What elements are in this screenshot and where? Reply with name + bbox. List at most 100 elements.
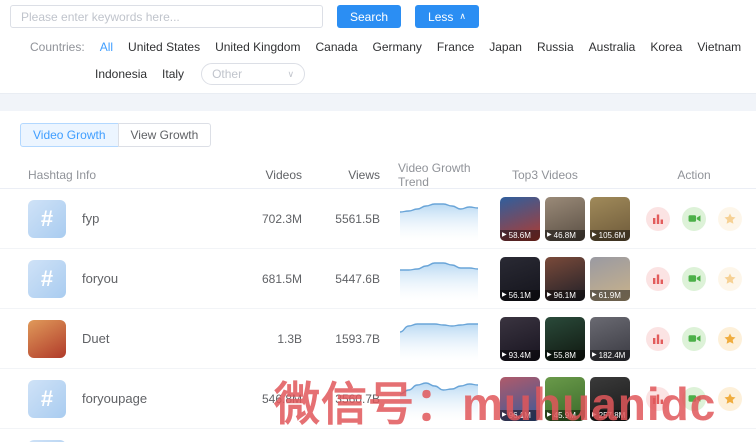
country-filter-germany[interactable]: Germany: [373, 40, 422, 54]
hashtag-name[interactable]: foryou: [82, 271, 118, 286]
table-row-partial: #: [0, 429, 756, 442]
section-divider: [0, 93, 756, 111]
country-filter-australia[interactable]: Australia: [589, 40, 636, 54]
play-icon: ▶: [502, 411, 507, 418]
table-row: # foryou 681.5M 5447.6B ▶ 56.1M ▶ 96.1M ▶ 61.…: [0, 249, 756, 309]
video-button[interactable]: [682, 266, 706, 291]
analytics-button[interactable]: [646, 206, 670, 231]
trend-sparkline: [400, 203, 478, 241]
table-header: Hashtag Info Videos Views Video Growth Tren…: [0, 161, 756, 189]
video-button[interactable]: [682, 386, 706, 411]
video-thumbnail[interactable]: ▶ 257.8M: [590, 376, 630, 421]
video-camera-icon: [688, 215, 700, 222]
video-thumbnail[interactable]: ▶ 93.4M: [500, 316, 540, 361]
country-filter-united-states[interactable]: United States: [128, 40, 200, 54]
trend-sparkline: [400, 382, 478, 421]
countries-row-1: Countries: All United States United Kingdo…: [30, 40, 756, 54]
hashtag-icon: #: [28, 379, 66, 418]
video-thumbnail[interactable]: ▶ 96.1M: [500, 376, 540, 421]
video-thumbnail[interactable]: ▶ 105.6M: [590, 196, 630, 241]
country-filter-canada[interactable]: Canada: [315, 40, 357, 54]
hashtag-photo-thumbnail: [28, 319, 66, 358]
bar-chart-icon: [653, 274, 663, 284]
country-filter-indonesia[interactable]: Indonesia: [95, 67, 147, 81]
video-thumbnail[interactable]: ▶ 45.9M: [545, 376, 585, 421]
bar-chart-icon: [653, 334, 663, 344]
growth-tabs: Video Growth View Growth: [0, 111, 756, 147]
view-count-badge: ▶ 96.1M: [545, 289, 585, 301]
top3-videos: ▶ 96.1M ▶ 45.9M ▶ 257.8M: [498, 376, 646, 421]
table-body: # fyp 702.3M 5561.5B ▶ 58.6M ▶ 46.8M ▶ 105.6M: [0, 189, 756, 429]
column-header-video-growth-trend: Video Growth Trend: [398, 160, 471, 189]
country-filter-japan[interactable]: Japan: [489, 40, 522, 54]
view-count-badge: ▶ 182.4M: [590, 349, 630, 361]
analytics-button[interactable]: [646, 266, 670, 291]
tab-view-growth[interactable]: View Growth: [117, 123, 212, 147]
favorite-button[interactable]: [718, 386, 742, 411]
column-header-hashtag-info: Hashtag Info: [28, 167, 97, 182]
star-icon: [724, 393, 736, 404]
trend-sparkline: [400, 262, 478, 301]
country-filter-korea[interactable]: Korea: [650, 40, 682, 54]
video-thumbnail[interactable]: ▶ 182.4M: [590, 316, 630, 361]
hashtag-name[interactable]: Duet: [82, 331, 109, 346]
play-icon: ▶: [592, 231, 597, 238]
less-button[interactable]: Less ∧: [415, 5, 479, 28]
other-country-select[interactable]: Other ∨: [201, 63, 306, 85]
column-header-action: Action: [677, 167, 711, 182]
search-input[interactable]: [10, 5, 323, 28]
tab-video-growth[interactable]: Video Growth: [20, 123, 119, 147]
play-icon: ▶: [592, 291, 597, 298]
video-thumbnail[interactable]: ▶ 56.1M: [500, 256, 540, 301]
views-count: 1593.7B: [335, 331, 380, 346]
bar-chart-icon: [653, 214, 663, 224]
hashtag-name[interactable]: fyp: [82, 211, 99, 226]
play-icon: ▶: [547, 291, 552, 298]
countries-label: Countries:: [30, 40, 85, 54]
video-thumbnail[interactable]: ▶ 55.8M: [545, 316, 585, 361]
star-icon: [724, 333, 736, 344]
play-icon: ▶: [592, 351, 597, 358]
video-thumbnail[interactable]: ▶ 61.9M: [590, 256, 630, 301]
views-count: 5561.5B: [335, 211, 380, 226]
view-count-badge: ▶ 93.4M: [500, 349, 540, 361]
views-count: 5447.6B: [335, 271, 380, 286]
videos-count: 1.3B: [277, 331, 302, 346]
video-thumbnail[interactable]: ▶ 46.8M: [545, 196, 585, 241]
video-camera-icon: [688, 335, 700, 342]
video-thumbnail[interactable]: ▶ 58.6M: [500, 196, 540, 241]
country-filter-italy[interactable]: Italy: [162, 67, 184, 81]
video-thumbnail[interactable]: ▶ 96.1M: [545, 256, 585, 301]
play-icon: ▶: [592, 411, 597, 418]
play-icon: ▶: [502, 351, 507, 358]
analytics-button[interactable]: [646, 326, 670, 351]
play-icon: ▶: [547, 351, 552, 358]
country-filter-vietnam[interactable]: Vietnam: [697, 40, 741, 54]
video-button[interactable]: [682, 326, 706, 351]
video-button[interactable]: [682, 206, 706, 231]
videos-count: 546.8M: [261, 391, 302, 406]
views-count: 3560.7B: [335, 391, 380, 406]
hashtag-icon: #: [28, 199, 66, 238]
less-button-label: Less: [428, 9, 454, 24]
hashtag-name[interactable]: foryoupage: [82, 391, 147, 406]
view-count-badge: ▶ 46.8M: [545, 229, 585, 241]
top3-videos: ▶ 58.6M ▶ 46.8M ▶ 105.6M: [498, 196, 646, 241]
video-camera-icon: [688, 275, 700, 282]
favorite-button[interactable]: [718, 266, 742, 291]
search-button[interactable]: Search: [337, 5, 402, 28]
table-row: # fyp 702.3M 5561.5B ▶ 58.6M ▶ 46.8M ▶ 105.6M: [0, 189, 756, 249]
countries-row-2: Indonesia Italy Other ∨: [95, 63, 756, 85]
favorite-button[interactable]: [718, 206, 742, 231]
country-filter-united-kingdom[interactable]: United Kingdom: [215, 40, 300, 54]
country-filter-all[interactable]: All: [100, 40, 113, 54]
view-count-badge: ▶ 61.9M: [590, 289, 630, 301]
play-icon: ▶: [547, 231, 552, 238]
analytics-button[interactable]: [646, 386, 670, 411]
favorite-button[interactable]: [718, 326, 742, 351]
country-filter-france[interactable]: France: [437, 40, 474, 54]
search-bar: Search Less ∧: [0, 0, 756, 28]
search-button-label: Search: [350, 9, 389, 24]
country-filter-russia[interactable]: Russia: [537, 40, 574, 54]
star-icon: [724, 213, 736, 224]
